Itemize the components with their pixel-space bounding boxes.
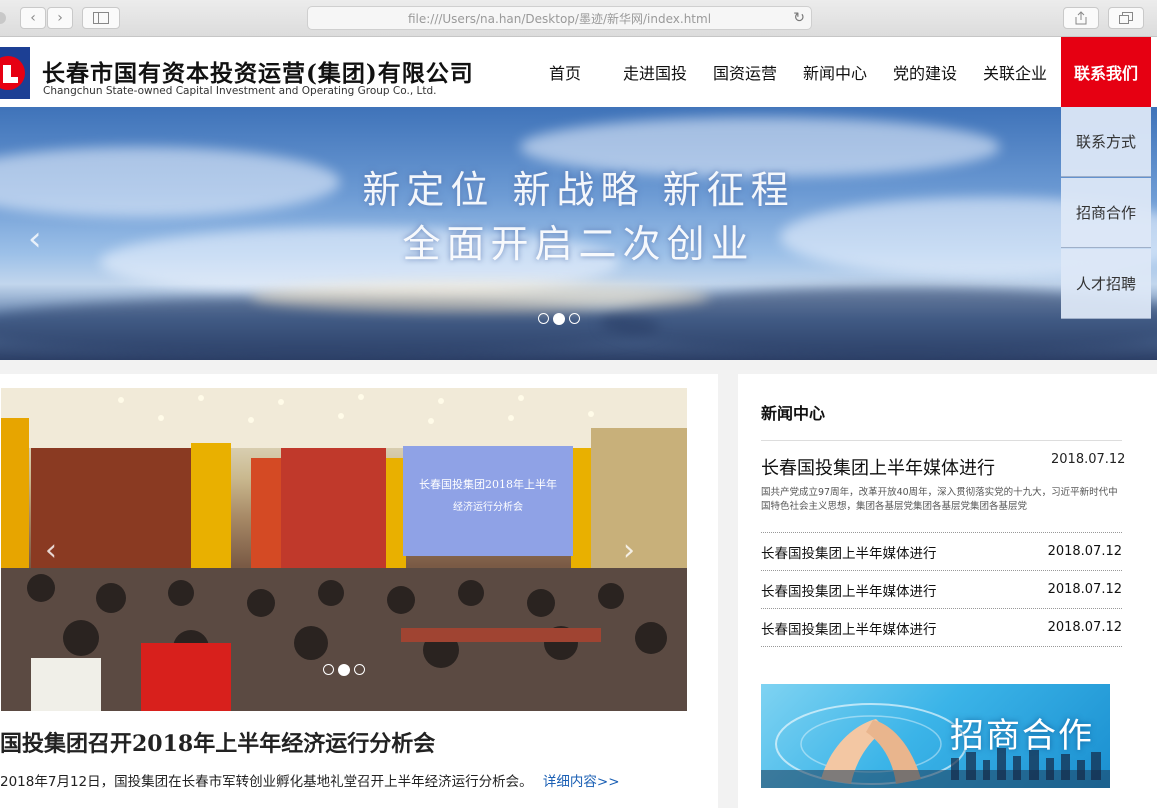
company-name-cn: 长春市国有资本投资运营(集团)有限公司 [42, 60, 474, 87]
sidebar-toggle-icon[interactable] [82, 7, 120, 29]
reload-icon[interactable]: ↻ [793, 10, 805, 26]
nav-affiliates[interactable]: 关联企业 [975, 37, 1055, 107]
window-control[interactable] [0, 12, 6, 24]
photo-pagination [323, 664, 365, 676]
banner-dot-active[interactable] [553, 313, 565, 325]
site-header: 长春市国有资本投资运营(集团)有限公司 Changchun State-owne… [0, 37, 1157, 107]
address-bar-url: file:///Users/na.han/Desktop/墨迹/新华网/inde… [407, 11, 712, 26]
dropdown-recruitment[interactable]: 人才招聘 [1061, 249, 1151, 319]
news-item-date: 2018.07.12 [1047, 620, 1122, 635]
nav-home[interactable]: 首页 [529, 37, 601, 107]
nav-operations[interactable]: 国资运营 [705, 37, 785, 107]
dropdown-contact-info[interactable]: 联系方式 [1061, 107, 1151, 177]
company-name-en: Changchun State-owned Capital Investment… [43, 85, 437, 97]
photo-dot-active[interactable] [338, 664, 350, 676]
dropdown-investment[interactable]: 招商合作 [1061, 178, 1151, 248]
news-item-date: 2018.07.12 [1047, 582, 1122, 597]
news-panel: 新闻中心 长春国投集团上半年媒体进行 2018.07.12 国共产党成立97周年… [738, 374, 1157, 808]
investment-ad-banner[interactable]: 招商合作 [761, 684, 1110, 788]
photo-prev-arrow-icon[interactable]: ‹ [45, 533, 57, 568]
forward-icon[interactable]: › [47, 7, 73, 29]
photo-screen-text-2: 经济运行分析会 [453, 502, 523, 513]
feature-summary-text: 2018年7月12日，国投集团在长春市军转创业孵化基地礼堂召开上半年经济运行分析… [0, 774, 533, 790]
photo-screen-text-1: 长春国投集团2018年上半年 [419, 478, 557, 491]
news-list-item[interactable]: 长春国投集团上半年媒体进行 2018.07.12 [761, 532, 1122, 570]
back-icon[interactable]: ‹ [20, 7, 46, 29]
banner-pagination [538, 313, 580, 325]
divider [761, 646, 1122, 647]
share-icon[interactable] [1063, 7, 1099, 29]
address-bar[interactable]: file:///Users/na.han/Desktop/墨迹/新华网/inde… [307, 6, 812, 30]
photo-next-arrow-icon[interactable]: › [623, 533, 635, 568]
banner-dot[interactable] [538, 313, 549, 324]
news-list-item[interactable]: 长春国投集团上半年媒体进行 2018.07.12 [761, 608, 1122, 646]
tabs-overview-icon[interactable] [1108, 7, 1144, 29]
nav-about[interactable]: 走进国投 [615, 37, 695, 107]
browser-toolbar: ‹ › file:///Users/na.han/Desktop/墨迹/新华网/… [0, 0, 1157, 37]
news-featured-title[interactable]: 长春国投集团上半年媒体进行 [761, 454, 995, 480]
divider [761, 440, 1122, 441]
company-logo[interactable] [0, 43, 32, 103]
news-item-title: 长春国投集团上半年媒体进行 [761, 621, 937, 638]
news-item-title: 长春国投集团上半年媒体进行 [761, 545, 937, 562]
news-item-title: 长春国投集团上半年媒体进行 [761, 583, 937, 600]
nav-contact[interactable]: 联系我们 [1061, 37, 1151, 107]
feature-photo[interactable]: 长春国投集团2018年上半年 经济运行分析会 ‹ › [1, 388, 687, 711]
feature-panel: 长春国投集团2018年上半年 经济运行分析会 ‹ › 国投集团召开2018年上半… [0, 374, 718, 808]
news-item-date: 2018.07.12 [1047, 544, 1122, 559]
ad-text: 招商合作 [950, 716, 1094, 756]
feature-summary: 2018年7月12日，国投集团在长春市军转创业孵化基地礼堂召开上半年经济运行分析… [0, 770, 620, 790]
banner-slogan-line2: 全面开启二次创业 [402, 222, 755, 266]
feature-title[interactable]: 国投集团召开2018年上半年经济运行分析会 [0, 726, 435, 758]
photo-dot[interactable] [354, 664, 365, 675]
news-list-item[interactable]: 长春国投集团上半年媒体进行 2018.07.12 [761, 570, 1122, 608]
hero-banner: 新定位 新战略 新征程 全面开启二次创业 ‹ [0, 107, 1157, 360]
photo-dot[interactable] [323, 664, 334, 675]
nav-party[interactable]: 党的建设 [885, 37, 965, 107]
nav-news[interactable]: 新闻中心 [795, 37, 875, 107]
news-featured-date: 2018.07.12 [1051, 452, 1126, 467]
banner-slogan-line1: 新定位 新战略 新征程 [362, 168, 795, 212]
news-heading: 新闻中心 [761, 404, 826, 423]
feature-more-link[interactable]: 详细内容>> [543, 774, 620, 790]
banner-dot[interactable] [569, 313, 580, 324]
news-featured-desc: 国共产党成立97周年，改革开放40周年，深入贯彻落实党的十九大，习近平新时代中国… [761, 487, 1118, 512]
banner-prev-arrow-icon[interactable]: ‹ [28, 219, 42, 259]
